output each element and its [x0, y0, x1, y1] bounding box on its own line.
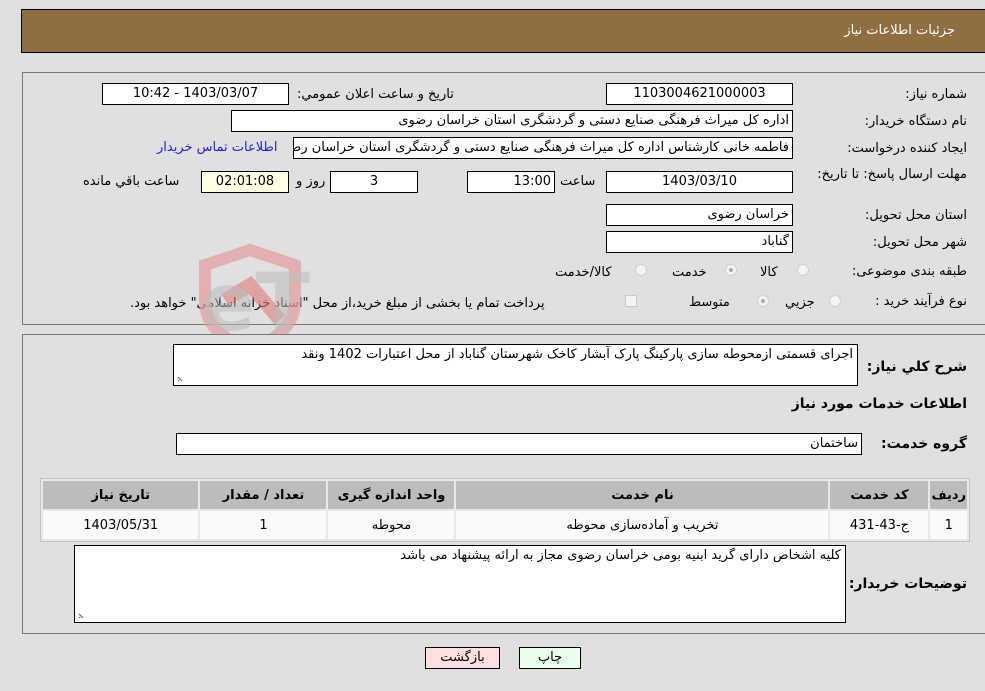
resize-grip-icon[interactable] [176, 373, 186, 383]
category-option-goods: کالا [760, 265, 778, 280]
service-group-label: گروه خدمت: [881, 436, 967, 452]
announce-label: تاریخ و ساعت اعلان عمومي: [297, 87, 454, 102]
services-section-title: اطلاعات خدمات مورد نیاز [791, 396, 967, 412]
province-label: استان محل تحویل: [865, 208, 967, 223]
need-number-label: شماره نیاز: [905, 87, 967, 102]
city-label: شهر محل تحویل: [872, 235, 967, 250]
deadline-time-field[interactable]: 13:00 [467, 171, 555, 193]
announce-datetime-field[interactable]: 1403/03/07 - 10:42 [102, 83, 289, 105]
process-radio-minor[interactable] [829, 295, 841, 307]
process-option-medium: متوسط [689, 295, 730, 310]
deadline-label: مهلت ارسال پاسخ: تا تاریخ: [817, 167, 967, 182]
process-type-label: نوع فرآیند خرید : [875, 294, 967, 309]
treasury-checkbox[interactable] [625, 295, 637, 307]
buyer-org-label: نام دستگاه خریدار: [864, 114, 967, 129]
description-text: اجرای قسمتی ازمحوطه سازی پارکینگ پارک آب… [301, 347, 853, 362]
province-field[interactable]: خراسان رضوی [606, 204, 793, 226]
cell-unit: محوطه [328, 511, 455, 539]
table-header-row: ردیف کد خدمت نام خدمت واحد اندازه گیری ت… [43, 481, 967, 509]
col-service-name: نام خدمت [456, 481, 829, 509]
cell-service-name: تخریب و آماده‌سازی محوطه [456, 511, 829, 539]
back-button[interactable]: بازگشت [425, 647, 500, 669]
table-row: 1 ج-43-431 تخریب و آماده‌سازی محوطه محوط… [43, 511, 967, 539]
category-radio-goods-service[interactable] [635, 264, 647, 276]
remaining-time-label: ساعت باقي مانده [83, 174, 180, 189]
category-option-goods-service: کالا/خدمت [555, 265, 612, 280]
col-unit: واحد اندازه گیری [328, 481, 455, 509]
need-number-field[interactable]: 1103004621000003 [606, 83, 793, 105]
col-service-code: کد خدمت [830, 481, 929, 509]
deadline-date-field[interactable]: 1403/03/10 [606, 171, 793, 193]
category-radio-service[interactable] [725, 264, 737, 276]
creator-label: ایجاد کننده درخواست: [847, 141, 967, 156]
service-group-field[interactable]: ساختمان [176, 433, 862, 455]
days-remaining-field[interactable]: 3 [330, 171, 418, 193]
remaining-time-field[interactable]: 02:01:08 [201, 171, 289, 193]
col-quantity: تعداد / مقدار [200, 481, 327, 509]
cell-quantity: 1 [200, 511, 327, 539]
category-radio-goods[interactable] [797, 264, 809, 276]
days-label: روز و [296, 174, 326, 189]
buyer-notes-label: توضیحات خریدار: [848, 576, 967, 592]
description-textarea[interactable]: اجرای قسمتی ازمحوطه سازی پارکینگ پارک آب… [173, 344, 858, 386]
page-header: جزئیات اطلاعات نیاز [21, 9, 985, 53]
city-field[interactable]: گناباد [606, 231, 793, 253]
buyer-org-field[interactable]: اداره کل میراث فرهنگی صنایع دستی و گردشگ… [231, 110, 793, 132]
page-title: جزئیات اطلاعات نیاز [844, 23, 955, 38]
buyer-notes-text: کلیه اشخاص دارای گرید ابنیه بومی خراسان … [400, 548, 841, 563]
buyer-contact-link[interactable]: اطلاعات تماس خریدار [157, 140, 277, 155]
col-need-date: تاریخ نیاز [43, 481, 199, 509]
cell-need-date: 1403/05/31 [43, 511, 199, 539]
category-label: طبقه بندی موضوعی: [851, 264, 967, 279]
print-button[interactable]: چاپ [519, 647, 581, 669]
buyer-notes-textarea[interactable]: کلیه اشخاص دارای گرید ابنیه بومی خراسان … [74, 545, 846, 623]
cell-row-number: 1 [930, 511, 967, 539]
process-option-minor: جزيي [785, 295, 815, 310]
treasury-checkbox-label: پرداخت تمام یا بخشی از مبلغ خرید،از محل … [130, 296, 545, 311]
deadline-time-label: ساعت [560, 174, 596, 189]
process-radio-medium[interactable] [757, 295, 769, 307]
services-table: ردیف کد خدمت نام خدمت واحد اندازه گیری ت… [40, 478, 970, 542]
creator-field[interactable]: فاطمه خانی کارشناس اداره کل میراث فرهنگی… [293, 137, 793, 159]
cell-service-code: ج-43-431 [830, 511, 929, 539]
category-option-service: خدمت [672, 265, 707, 280]
col-row-number: ردیف [930, 481, 967, 509]
description-label: شرح كلي نياز: [866, 359, 967, 375]
resize-grip-icon[interactable] [77, 610, 87, 620]
